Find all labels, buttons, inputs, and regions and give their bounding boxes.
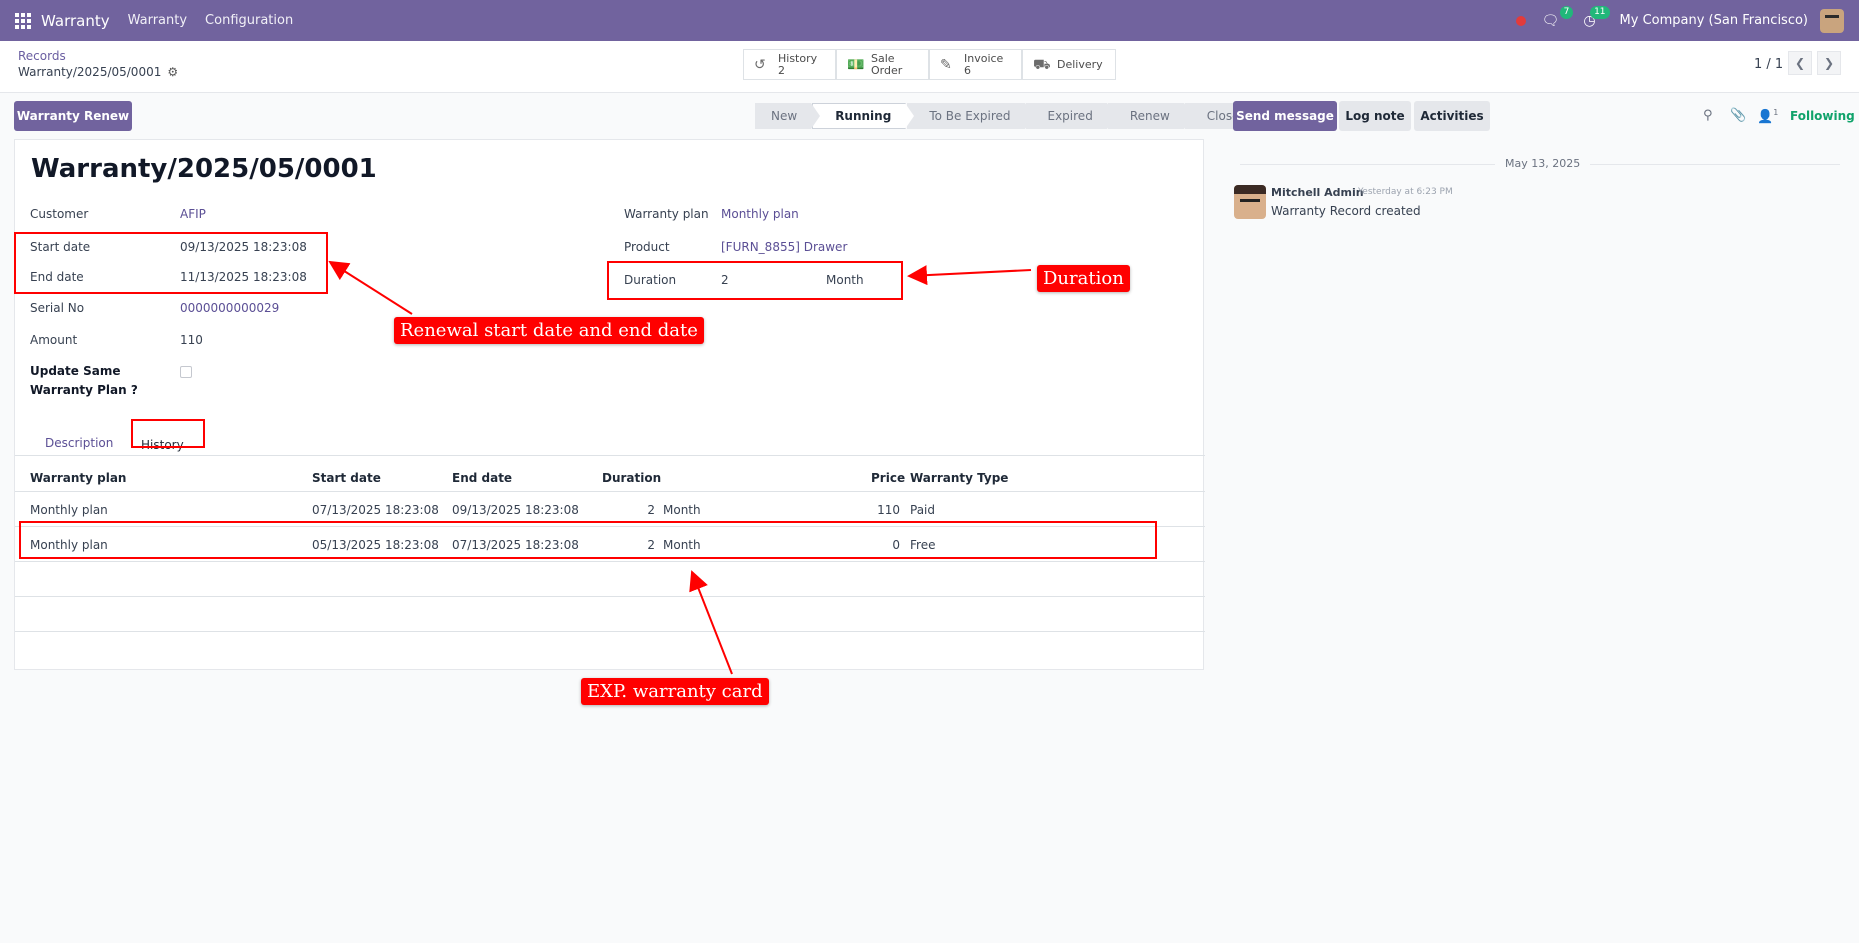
col-warranty-plan[interactable]: Warranty plan xyxy=(30,471,126,485)
col-start-date[interactable]: Start date xyxy=(312,471,381,485)
breadcrumb-current-label: Warranty/2025/05/0001 xyxy=(18,65,162,79)
history-table-header: Warranty plan Start date End date Durati… xyxy=(15,462,1205,492)
invoice-smart-count: 6 xyxy=(964,63,971,77)
form-sheet: Warranty/2025/05/0001 Customer AFIP Star… xyxy=(14,139,1205,670)
messages-badge: 7 xyxy=(1559,5,1574,19)
breadcrumb-records[interactable]: Records xyxy=(18,49,66,63)
invoice-smart-button[interactable]: ✎ Invoice 6 xyxy=(929,49,1022,80)
col-warranty-type[interactable]: Warranty Type xyxy=(910,471,1008,485)
history-icon: ↺ xyxy=(754,56,766,73)
col-duration[interactable]: Duration xyxy=(602,471,661,485)
log-note-button[interactable]: Log note xyxy=(1339,101,1411,131)
tab-description[interactable]: Description xyxy=(45,436,113,450)
customer-field[interactable]: AFIP xyxy=(180,207,206,221)
empty-table-row xyxy=(15,597,1205,632)
serial-no-field[interactable]: 0000000000029 xyxy=(180,301,279,315)
serial-no-label: Serial No xyxy=(30,301,85,315)
cell-price: 110 xyxy=(877,503,900,517)
stage-to-be-expired[interactable]: To Be Expired xyxy=(907,103,1034,129)
app-brand[interactable]: Warranty xyxy=(41,12,110,30)
warranty-plan-field[interactable]: Monthly plan xyxy=(721,207,799,221)
debug-dot-icon[interactable] xyxy=(1515,15,1526,26)
pager-value[interactable]: 1 / 1 xyxy=(1754,57,1783,72)
cell-type: Paid xyxy=(910,503,936,517)
annotation-box-dates xyxy=(14,232,328,294)
col-end-date[interactable]: End date xyxy=(452,471,512,485)
message-author[interactable]: Mitchell Admin xyxy=(1271,186,1364,199)
annotation-box-history-tab xyxy=(131,419,205,448)
sale-order-smart-label: Sale Order xyxy=(871,51,903,77)
cell-plan: Monthly plan xyxy=(30,503,108,517)
annotation-box-duration xyxy=(607,261,903,300)
send-message-button[interactable]: Send message xyxy=(1233,101,1337,131)
date-separator-label: May 13, 2025 xyxy=(1495,157,1591,170)
amount-field[interactable]: 110 xyxy=(180,333,203,347)
callout-dates: Renewal start date and end date xyxy=(394,317,704,344)
control-panel: Records Warranty/2025/05/0001 ⚙ ↺ History… xyxy=(0,41,1859,93)
callout-duration: Duration xyxy=(1037,265,1130,292)
empty-table-row xyxy=(15,562,1205,597)
user-avatar[interactable] xyxy=(1820,8,1844,33)
status-bar: New Running To Be Expired Expired Renew … xyxy=(755,103,1255,129)
message-body: Warranty Record created xyxy=(1271,204,1421,218)
warranty-plan-label: Warranty plan xyxy=(624,207,709,221)
money-icon: 💵 xyxy=(847,56,865,73)
messages-icon[interactable]: 🗨 7 xyxy=(1542,5,1574,29)
apps-menu-icon[interactable] xyxy=(15,12,31,29)
delivery-smart-label: Delivery xyxy=(1057,57,1103,71)
menu-configuration[interactable]: Configuration xyxy=(205,13,293,28)
cell-end: 09/13/2025 18:23:08 xyxy=(452,503,579,517)
stage-running[interactable]: Running xyxy=(812,103,915,129)
amount-label: Amount xyxy=(30,333,78,347)
navbar-systray: 🗨 7 ◷ 11 My Company (San Francisco) xyxy=(1515,5,1859,33)
pager-next-icon[interactable]: ❯ xyxy=(1817,51,1841,75)
paperclip-icon[interactable]: 📎 xyxy=(1730,108,1746,123)
update-same-plan-label: Update Same Warranty Plan ? xyxy=(30,364,138,397)
col-price[interactable]: Price xyxy=(871,471,905,485)
delivery-smart-button[interactable]: ⛟ Delivery xyxy=(1022,49,1116,80)
warranty-renew-button[interactable]: Warranty Renew xyxy=(14,101,132,131)
followers-icon[interactable]: 👤1 xyxy=(1757,108,1778,124)
activities-badge: 11 xyxy=(1590,5,1610,19)
truck-icon: ⛟ xyxy=(1033,56,1051,73)
stage-new[interactable]: New xyxy=(755,103,821,129)
top-navbar: Warranty Warranty Configuration 🗨 7 ◷ 11 M… xyxy=(0,0,1859,41)
company-switcher[interactable]: My Company (San Francisco) xyxy=(1620,13,1808,28)
invoice-edit-icon: ✎ xyxy=(940,56,952,73)
search-icon[interactable]: ⚲ xyxy=(1703,108,1713,123)
sale-order-smart-button[interactable]: 💵 Sale Order xyxy=(836,49,929,80)
message-author-avatar[interactable] xyxy=(1234,185,1266,219)
following-button[interactable]: Following xyxy=(1790,109,1855,123)
callout-card: EXP. warranty card xyxy=(581,678,769,705)
menu-warranty[interactable]: Warranty xyxy=(128,13,187,28)
cell-duration: 2 xyxy=(647,503,655,517)
cell-start: 07/13/2025 18:23:08 xyxy=(312,503,439,517)
history-smart-button[interactable]: ↺ History 2 xyxy=(743,49,836,80)
product-field[interactable]: [FURN_8855] Drawer xyxy=(721,240,847,254)
history-smart-count: 2 xyxy=(778,63,785,77)
pager-previous-icon[interactable]: ❮ xyxy=(1788,51,1812,75)
breadcrumb-current: Warranty/2025/05/0001 ⚙ xyxy=(18,65,178,79)
product-label: Product xyxy=(624,240,670,254)
customer-label: Customer xyxy=(30,207,89,221)
record-title: Warranty/2025/05/0001 xyxy=(31,154,377,184)
annotation-box-row xyxy=(19,521,1157,559)
activities-button[interactable]: Activities xyxy=(1414,101,1490,131)
gear-icon[interactable]: ⚙ xyxy=(167,65,178,79)
message-time: Yesterday at 6:23 PM xyxy=(1358,187,1453,197)
stage-renew[interactable]: Renew xyxy=(1107,103,1193,129)
cell-unit: Month xyxy=(663,503,701,517)
activities-clock-icon[interactable]: ◷ 11 xyxy=(1583,5,1610,29)
update-same-plan-checkbox[interactable] xyxy=(180,366,192,378)
followers-count: 1 xyxy=(1773,108,1779,117)
date-separator: May 13, 2025 xyxy=(1240,157,1840,171)
stage-expired[interactable]: Expired xyxy=(1025,103,1117,129)
